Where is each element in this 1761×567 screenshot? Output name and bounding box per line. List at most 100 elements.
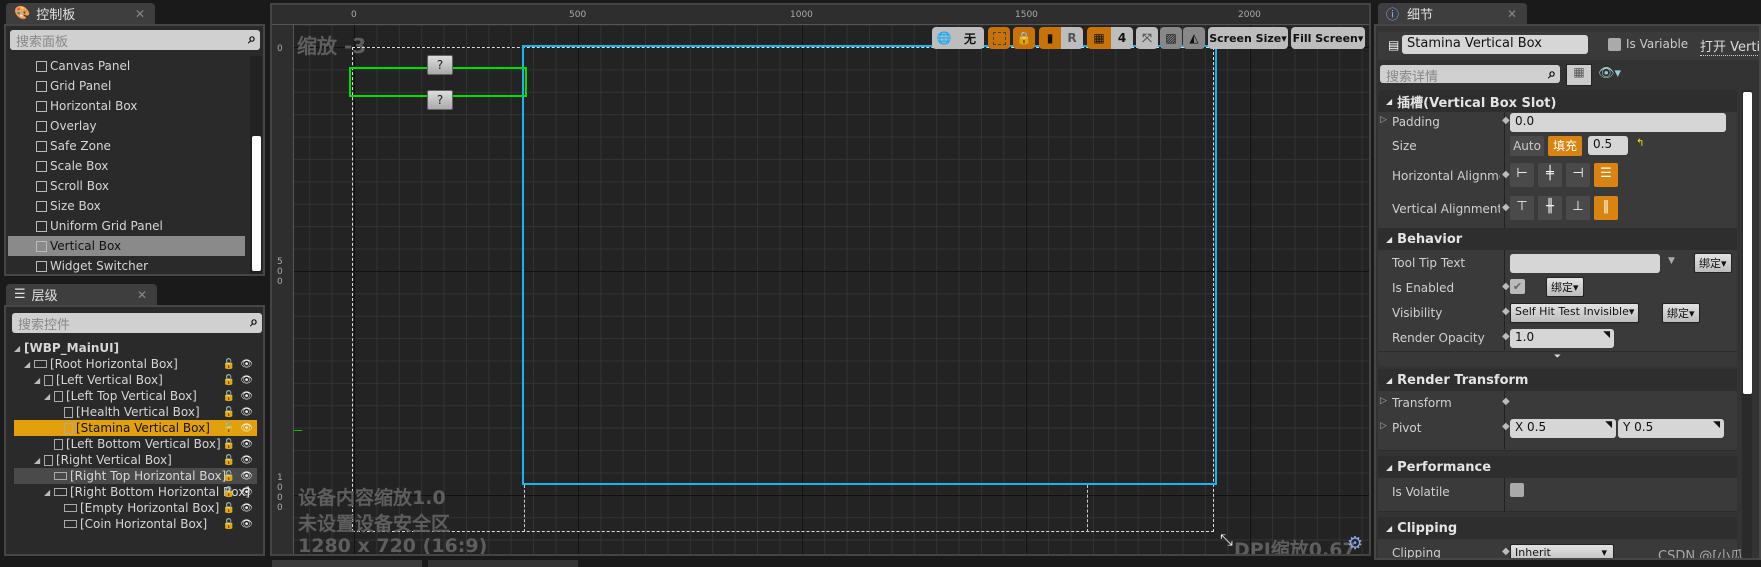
designer-canvas[interactable]: 0 500 1000 1500 2000 0 500 1000 缩放 -3 ? … [270,3,1371,556]
tree-item[interactable]: [Empty Horizontal Box] 🔓 👁 [14,500,257,516]
eye-icon[interactable]: 👁 [240,503,253,514]
reset-icon[interactable]: ◆ [1502,306,1510,317]
size-auto-button[interactable]: Auto [1510,136,1544,156]
lock-icon[interactable]: 🔓 [223,487,235,498]
palette-item[interactable]: Canvas Panel [8,56,245,76]
bottom-tab[interactable] [428,560,578,567]
section-clipping[interactable]: ◢ Clipping [1378,517,1737,539]
lock-icon[interactable]: 🔓 [223,519,235,530]
eye-icon[interactable]: 👁 [240,455,253,466]
lock-icon[interactable]: 🔓 [223,407,235,418]
visibility-dropdown[interactable]: Self Hit Test Invisible▾ [1510,303,1640,323]
tree-item[interactable]: ◢ [Root Horizontal Box] 🔓 👁 [14,356,257,372]
show-advanced-icon[interactable]: ⏷ [1378,352,1737,366]
tree-item[interactable]: [Health Vertical Box] 🔓 👁 [14,404,257,420]
lock-icon[interactable]: 🔓 [223,375,235,386]
eye-icon[interactable]: 👁 [240,391,253,402]
expand-arrow-icon[interactable]: ◢ [34,456,44,465]
render-opacity-input[interactable]: 1.0 ◥ [1510,329,1614,348]
gear-icon[interactable]: ⚙ [1347,533,1363,554]
respect-locks-icon[interactable]: ▮ [1039,27,1061,49]
fit-icon[interactable]: ⤧ [1136,27,1158,49]
tree-item[interactable]: ◢ [Left Vertical Box] 🔓 👁 [14,372,257,388]
clipping-dropdown[interactable]: Inherit ▾ [1510,544,1614,558]
dropdown-arrow-icon[interactable]: ▼ [1668,256,1675,266]
tooltip-input[interactable] [1510,254,1660,273]
enabled-bind-button[interactable]: 绑定▾ [1546,277,1584,297]
expand-arrow-icon[interactable]: ◢ [44,488,54,497]
reset-icon[interactable]: ◆ [1502,169,1510,180]
eye-icon[interactable]: 👁 [240,471,253,482]
section-slot[interactable]: ◢ 插槽(Vertical Box Slot) [1378,90,1737,112]
property-matrix-icon[interactable]: ▦ [1566,64,1592,86]
reset-icon[interactable]: ◆ [1502,421,1510,432]
eye-icon[interactable]: 👁 [240,407,253,418]
palette-search-input[interactable]: 搜索面板 ⌕ [10,30,260,50]
lock-icon[interactable]: 🔒 [1013,27,1035,49]
close-icon[interactable]: ✕ [137,288,147,302]
is-variable-checkbox[interactable] [1608,38,1621,51]
section-behavior[interactable]: ◢ Behavior [1378,228,1737,250]
reset-icon[interactable]: ◆ [1502,115,1510,126]
details-scrollbar[interactable] [1742,90,1752,558]
visibility-bind-button[interactable]: 绑定▾ [1662,303,1700,323]
r-toggle[interactable]: R [1061,27,1083,49]
reset-icon[interactable]: ◆ [1502,331,1510,342]
lock-icon[interactable]: 🔓 [223,391,235,402]
tree-item[interactable]: ◢ [WBP_MainUI] [14,340,257,356]
palette-item[interactable]: Widget Switcher [8,256,245,274]
expand-arrow-icon[interactable]: ◢ [44,392,54,401]
reset-icon[interactable]: ◆ [1502,396,1510,407]
align-left-icon[interactable]: ⊢ [1510,163,1534,187]
tree-item[interactable]: ◢ [Right Vertical Box] 🔓 👁 [14,452,257,468]
tooltip-bind-button[interactable]: 绑定▾ [1694,253,1732,273]
is-enabled-checkbox[interactable]: ✔ [1510,279,1525,294]
expand-icon[interactable]: ▷ [1380,396,1387,406]
lock-icon[interactable]: 🔓 [223,503,235,514]
align-middle-icon[interactable]: ╫ [1538,196,1562,220]
palette-item[interactable]: Scale Box [8,156,245,176]
tab-details[interactable]: ⓘ 细节 ✕ [1378,3,1527,24]
palette-item[interactable]: Size Box [8,196,245,216]
expand-arrow-icon[interactable]: ◢ [14,344,24,353]
eye-icon[interactable]: 👁 [240,423,253,434]
is-volatile-checkbox[interactable] [1510,483,1524,497]
details-search-input[interactable]: 搜索详情 ⌕ [1380,65,1560,85]
eye-icon[interactable]: 👁 [240,519,253,530]
reset-icon[interactable]: ◆ [1502,281,1510,292]
reset-icon[interactable]: ◆ [1502,202,1510,213]
open-class-link[interactable]: 打开 Verti [1700,36,1759,56]
lock-icon[interactable]: 🔓 [223,439,235,450]
screen-size-dropdown[interactable]: Screen Size ▾ [1208,27,1288,49]
pivot-y-input[interactable]: Y 0.5 ◥ [1618,419,1724,438]
expand-icon[interactable]: ▷ [1380,421,1387,431]
grid-snap-value[interactable]: 4 [1111,27,1133,49]
eye-icon[interactable]: 👁 [240,487,253,498]
flip-icon[interactable]: ◭ [1183,27,1205,49]
tree-item[interactable]: [Coin Horizontal Box] 🔓 👁 [14,516,257,532]
align-fill-vertical-icon[interactable]: ‖ [1594,196,1618,220]
palette-item[interactable]: Safe Zone [8,136,245,156]
lock-icon[interactable]: 🔓 [223,359,235,370]
padding-input[interactable]: 0.0 [1510,113,1726,132]
tree-item[interactable]: ◢ [Right Bottom Horizontal Box] 🔓 👁 [14,484,257,500]
resize-icon[interactable]: ⤡ [1220,530,1233,550]
eye-visibility-icon[interactable]: 👁▾ [1598,66,1621,81]
expand-icon[interactable]: ▷ [1380,115,1387,125]
palette-item[interactable]: Horizontal Box [8,96,245,116]
tree-item[interactable]: [Right Top Horizontal Box] 🔓 👁 [14,468,257,484]
tree-item[interactable]: ◢ [Left Top Vertical Box] 🔓 👁 [14,388,257,404]
fill-screen-dropdown[interactable]: Fill Screen ▾ [1291,27,1365,49]
tree-item[interactable]: [Stamina Vertical Box] 🔓 👁 [14,420,257,436]
section-performance[interactable]: ◢ Performance [1378,456,1737,478]
align-top-icon[interactable]: ⊤ [1510,196,1534,220]
section-render-transform[interactable]: ◢ Render Transform [1378,369,1737,391]
eye-icon[interactable]: 👁 [240,375,253,386]
palette-item[interactable]: Vertical Box [8,236,245,256]
reset-icon[interactable]: ◆ [1502,546,1510,557]
scrollbar-thumb[interactable] [252,136,261,271]
placeholder-widget[interactable]: ? [427,90,453,110]
align-right-icon[interactable]: ⊣ [1566,163,1590,187]
selected-widget-outline[interactable] [522,45,1217,485]
align-center-icon[interactable]: ╪ [1538,163,1562,187]
